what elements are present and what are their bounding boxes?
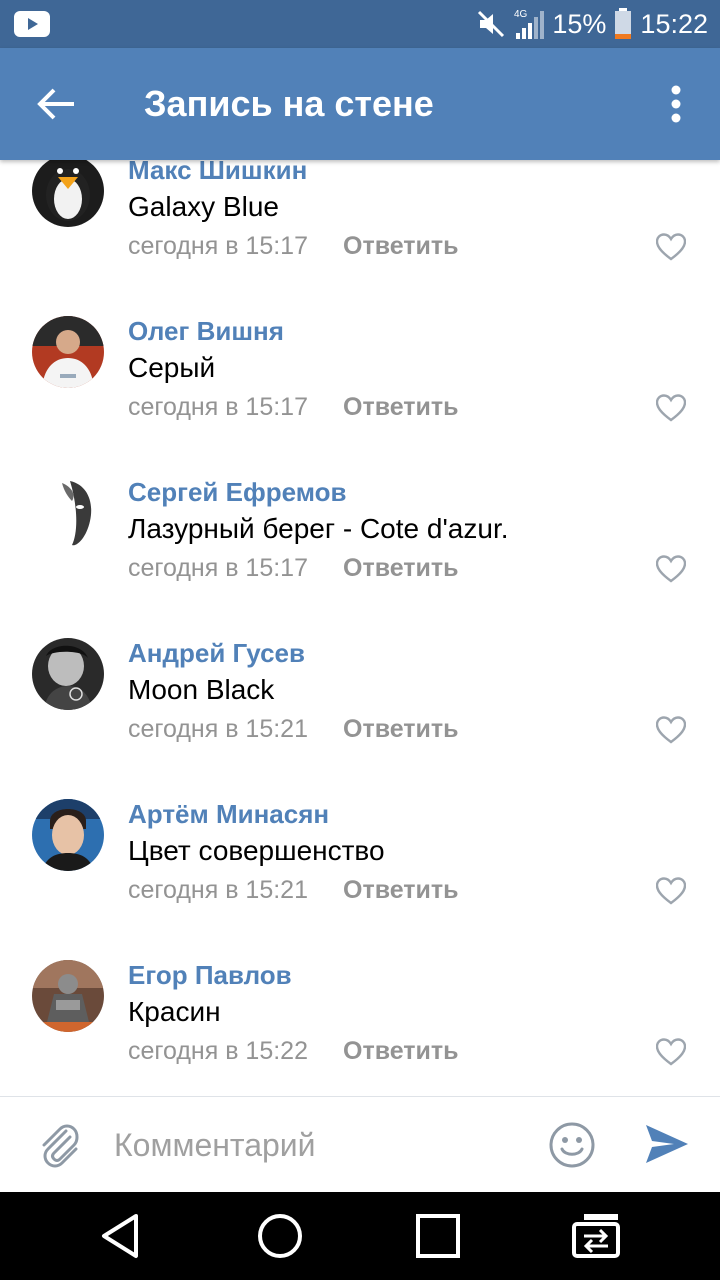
avatar-boy-photo-image <box>32 799 104 871</box>
comment-time: сегодня в 15:17 <box>128 393 308 421</box>
comment-text: Лазурный берег - Cote d'azur. <box>128 513 509 544</box>
comment-item: Макс Шишкин Galaxy Blue сегодня в 15:17 … <box>0 160 720 316</box>
heart-icon[interactable] <box>656 394 686 422</box>
nav-home-icon[interactable] <box>254 1210 306 1262</box>
send-icon[interactable] <box>644 1121 690 1167</box>
app-bar: Запись на стене <box>0 48 720 160</box>
heart-icon[interactable] <box>656 716 686 744</box>
system-nav-bar <box>0 1192 720 1280</box>
comment-time: сегодня в 15:17 <box>128 232 308 260</box>
mute-icon <box>478 10 505 38</box>
comment-text: Цвет совершенство <box>128 835 385 866</box>
avatar-penguin-image <box>32 160 104 227</box>
comment-time: сегодня в 15:21 <box>128 715 308 743</box>
clock: 15:22 <box>640 8 708 39</box>
reply-button[interactable]: Ответить <box>343 1037 459 1066</box>
signal-icon: 4G <box>514 9 545 39</box>
comment-text: Красин <box>128 996 221 1027</box>
comment-text: Galaxy Blue <box>128 191 279 222</box>
comment-text: Серый <box>128 352 216 383</box>
comment-author[interactable]: Сергей Ефремов <box>128 477 346 508</box>
battery-icon <box>615 8 632 39</box>
reply-button[interactable]: Ответить <box>343 715 459 744</box>
nav-back-icon[interactable] <box>96 1210 148 1262</box>
comment-author[interactable]: Андрей Гусев <box>128 638 305 669</box>
page-title: Запись на стене <box>144 83 434 124</box>
comment-author[interactable]: Олег Вишня <box>128 316 284 347</box>
avatar[interactable] <box>32 638 104 710</box>
avatar-face-sketch-image <box>32 477 104 549</box>
svg-text:4G: 4G <box>514 9 528 20</box>
smile-icon[interactable] <box>548 1121 596 1169</box>
heart-icon[interactable] <box>656 1038 686 1066</box>
heart-icon[interactable] <box>656 233 686 261</box>
comment-composer <box>0 1096 720 1192</box>
reply-button[interactable]: Ответить <box>343 876 459 905</box>
comment-author[interactable]: Егор Павлов <box>128 960 292 991</box>
avatar[interactable] <box>32 477 104 549</box>
comments-list[interactable]: Макс Шишкин Galaxy Blue сегодня в 15:17 … <box>0 160 720 1096</box>
avatar[interactable] <box>32 316 104 388</box>
comment-time: сегодня в 15:17 <box>128 554 308 582</box>
comment-item: Егор Павлов Красин сегодня в 15:22 Ответ… <box>0 960 720 1096</box>
back-arrow-icon[interactable] <box>30 78 82 130</box>
comment-item: Сергей Ефремов Лазурный берег - Cote d'a… <box>0 477 720 638</box>
comment-item: Артём Минасян Цвет совершенство сегодня … <box>0 799 720 960</box>
status-bar: 4G 15% 15:22 <box>0 0 720 48</box>
nav-switch-icon[interactable] <box>570 1210 622 1262</box>
reply-button[interactable]: Ответить <box>343 393 459 422</box>
reply-button[interactable]: Ответить <box>343 554 459 583</box>
comment-input[interactable] <box>114 1119 524 1171</box>
comment-time: сегодня в 15:21 <box>128 876 308 904</box>
comment-author[interactable]: Артём Минасян <box>128 799 329 830</box>
youtube-icon <box>14 11 50 37</box>
comment-item: Олег Вишня Серый сегодня в 15:17 Ответит… <box>0 316 720 477</box>
avatar-armor-art-image <box>32 960 104 1032</box>
comment-text: Moon Black <box>128 674 275 705</box>
reply-button[interactable]: Ответить <box>343 232 459 261</box>
heart-icon[interactable] <box>656 555 686 583</box>
avatar-football-player-image <box>32 316 104 388</box>
comment-time: сегодня в 15:22 <box>128 1037 308 1065</box>
more-vert-icon[interactable] <box>656 78 696 130</box>
nav-recents-icon[interactable] <box>412 1210 464 1262</box>
comment-author[interactable]: Макс Шишкин <box>128 160 307 186</box>
avatar[interactable] <box>32 160 104 227</box>
heart-icon[interactable] <box>656 877 686 905</box>
battery-percent: 15% <box>552 8 607 39</box>
paperclip-icon[interactable] <box>36 1121 80 1169</box>
avatar[interactable] <box>32 799 104 871</box>
avatar-bw-portrait-image <box>32 638 104 710</box>
comment-item: Андрей Гусев Moon Black сегодня в 15:21 … <box>0 638 720 799</box>
avatar[interactable] <box>32 960 104 1032</box>
